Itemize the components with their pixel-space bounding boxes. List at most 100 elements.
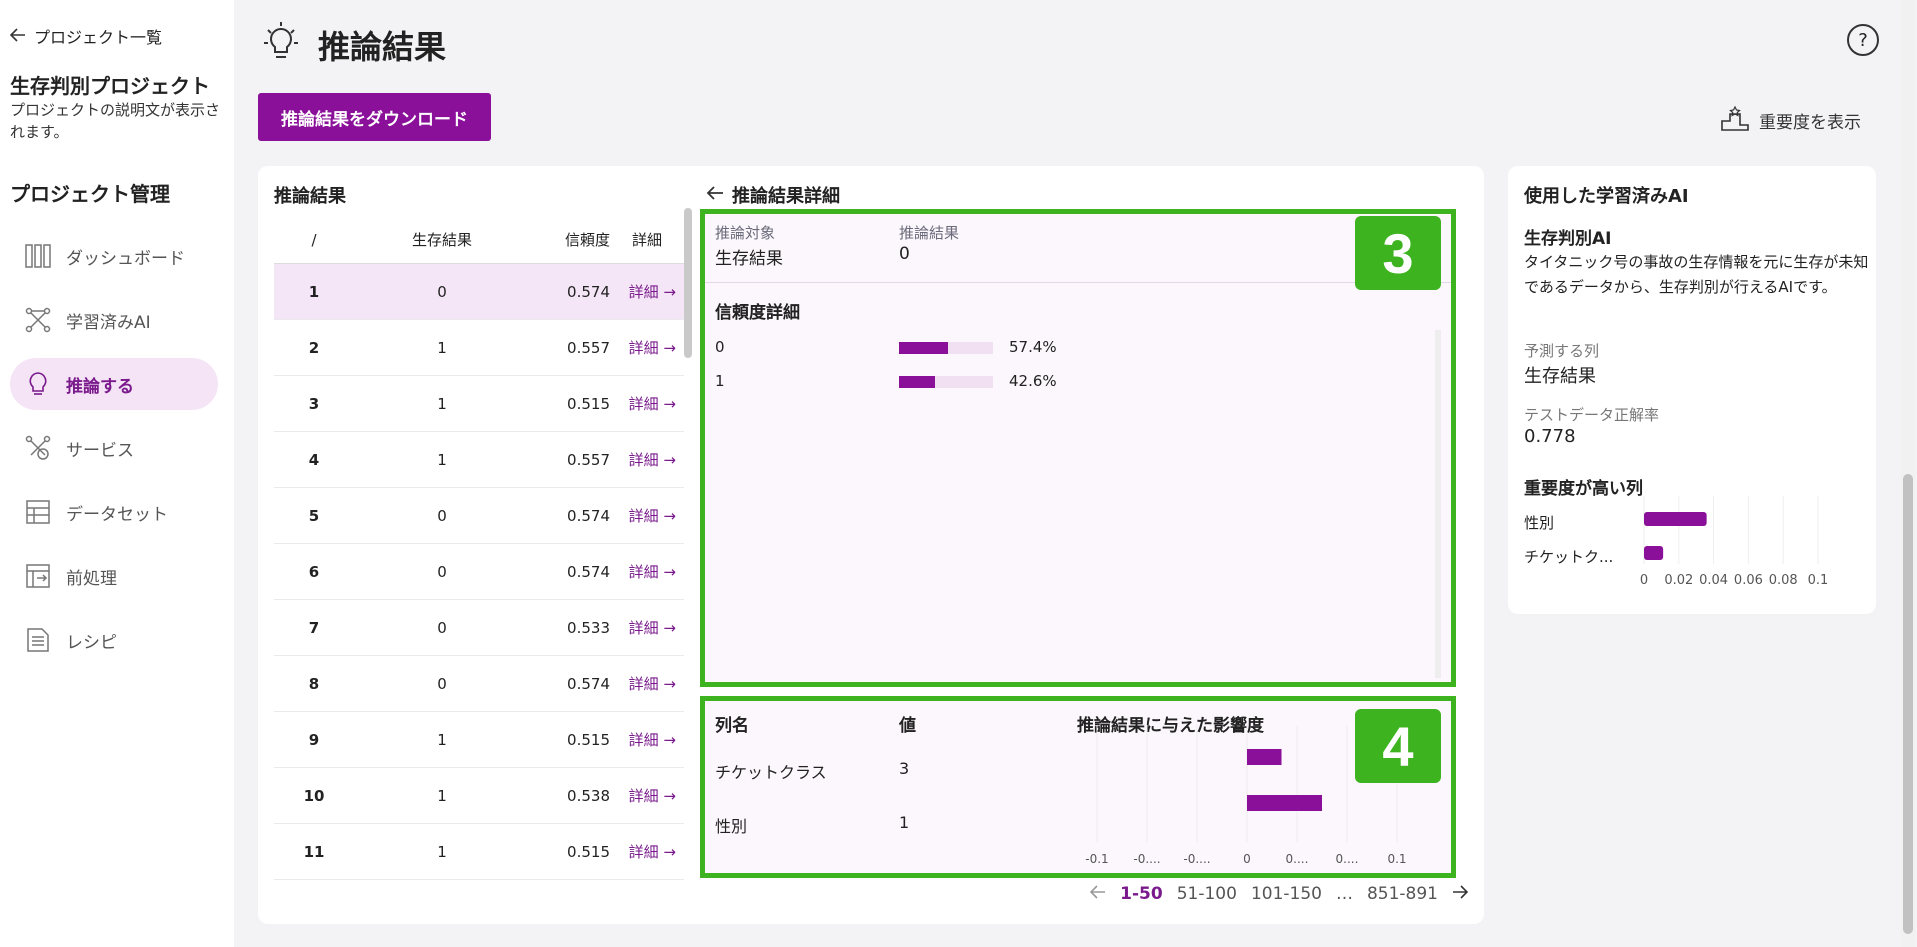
target-value: 生存結果 xyxy=(715,249,783,269)
next-page-icon[interactable] xyxy=(1452,884,1469,904)
trained-ai-panel: 使用した学習済みAI 生存判別AI タイタニック号の事故の生存情報を元に生存が未… xyxy=(1508,166,1876,614)
arrow-right-icon: → xyxy=(663,563,676,581)
confidence-bar xyxy=(899,342,993,354)
page-link[interactable]: 101-150 xyxy=(1251,884,1322,904)
tick-label: 0 xyxy=(1640,573,1648,588)
window-scrollbar-thumb[interactable] xyxy=(1903,474,1913,934)
annotation-badge-4: 4 xyxy=(1355,709,1441,783)
detail-back-link[interactable]: 推論結果詳細 xyxy=(706,182,840,208)
tick-label: 0.08 xyxy=(1769,573,1798,588)
detail-link-label: 詳細 xyxy=(628,451,659,469)
row-confidence: 0.574 xyxy=(567,674,610,693)
results-table: / 生存結果 信頼度 詳細 1 0 0.574 詳細 → 2 1 0.557 詳細 → 3 1 0.… xyxy=(274,216,684,880)
table-row[interactable]: 10 1 0.538 詳細 → xyxy=(274,768,684,824)
page-link[interactable]: 51-100 xyxy=(1177,884,1237,904)
detail-link[interactable]: 詳細 → xyxy=(610,505,684,526)
help-icon[interactable]: ? xyxy=(1847,24,1879,56)
detail-link[interactable]: 詳細 → xyxy=(610,785,684,806)
confidence-label: 0 xyxy=(715,338,725,356)
result-label: 推論結果 xyxy=(899,224,960,242)
ai-description: タイタニック号の事故の生存情報を元に生存が未知であるデータから、生存判別が行える… xyxy=(1524,253,1869,296)
arrow-right-icon: → xyxy=(663,395,676,413)
sidebar-item-label: ダッシュボード xyxy=(66,248,185,269)
detail-link[interactable]: 詳細 → xyxy=(610,393,684,414)
recipe-icon xyxy=(24,626,52,654)
importance-bar xyxy=(1644,546,1664,560)
column-header-confidence[interactable]: 信頼度 xyxy=(530,229,610,250)
feature-impact-section: 列名 値 推論結果に与えた影響度 チケットクラス 3 性別 1 -0.1 -0..… xyxy=(700,696,1456,878)
arrow-right-icon: → xyxy=(663,619,676,637)
list-scrollbar[interactable] xyxy=(684,208,692,358)
row-index: 2 xyxy=(308,338,320,357)
row-result: 0 xyxy=(437,674,447,693)
column-header-index[interactable]: / xyxy=(274,231,354,249)
download-results-button[interactable]: 推論結果をダウンロード xyxy=(258,93,491,141)
table-row[interactable]: 7 0 0.533 詳細 → xyxy=(274,600,684,656)
sidebar-item-preprocess[interactable]: 前処理 xyxy=(10,550,218,602)
sidebar-item-dashboard[interactable]: ダッシュボード xyxy=(10,230,218,282)
sidebar-item-recipe[interactable]: レシピ xyxy=(10,614,218,666)
table-row[interactable]: 1 0 0.574 詳細 → xyxy=(274,264,684,320)
table-row[interactable]: 5 0 0.574 詳細 → xyxy=(274,488,684,544)
sidebar-item-service[interactable]: サービス xyxy=(10,422,218,474)
detail-link[interactable]: 詳細 → xyxy=(610,841,684,862)
predict-column-value: 生存結果 xyxy=(1524,366,1596,387)
inference-detail-section: 推論対象 生存結果 推論結果 0 信頼度詳細 0 57.4% 1 42.6% 3 xyxy=(700,209,1456,687)
arrow-right-icon: → xyxy=(663,675,676,693)
page-link[interactable]: 851-891 xyxy=(1367,884,1438,904)
project-description: プロジェクトの説明文が表示されます。 xyxy=(10,101,221,141)
table-row[interactable]: 4 1 0.557 詳細 → xyxy=(274,432,684,488)
result-value: 0 xyxy=(899,244,910,264)
back-to-projects-link[interactable]: プロジェクト一覧 xyxy=(9,24,162,48)
detail-link[interactable]: 詳細 → xyxy=(610,337,684,358)
sidebar: プロジェクト一覧 生存判別プロジェクト プロジェクトの説明文が表示されます。 プ… xyxy=(0,0,234,947)
detail-link[interactable]: 詳細 → xyxy=(610,281,684,302)
service-icon xyxy=(24,434,52,462)
detail-link[interactable]: 詳細 → xyxy=(610,617,684,638)
tick-label: 0.1 xyxy=(1387,852,1406,866)
table-row[interactable]: 8 0 0.574 詳細 → xyxy=(274,656,684,712)
sidebar-item-label: 学習済みAI xyxy=(66,312,151,333)
detail-link[interactable]: 詳細 → xyxy=(610,729,684,750)
page-link-current[interactable]: 1-50 xyxy=(1120,884,1163,904)
column-header-result[interactable]: 生存結果 xyxy=(354,229,530,250)
row-index: 6 xyxy=(308,562,320,581)
detail-title: 推論結果詳細 xyxy=(732,186,840,207)
detail-link[interactable]: 詳細 → xyxy=(610,673,684,694)
sidebar-item-dataset[interactable]: データセット xyxy=(10,486,218,538)
detail-link[interactable]: 詳細 → xyxy=(610,449,684,470)
section-title: プロジェクト管理 xyxy=(10,182,170,206)
table-row[interactable]: 2 1 0.557 詳細 → xyxy=(274,320,684,376)
table-header: / 生存結果 信頼度 詳細 xyxy=(274,216,684,264)
detail-link-label: 詳細 xyxy=(628,507,659,525)
show-importance-button[interactable]: 重要度を表示 xyxy=(1721,104,1861,137)
detail-link[interactable]: 詳細 → xyxy=(610,561,684,582)
tick-label: 0.1 xyxy=(1808,573,1829,588)
feature-name: チケットクラス xyxy=(715,763,827,782)
table-row[interactable]: 6 0 0.574 詳細 → xyxy=(274,544,684,600)
tick-label: 0.06 xyxy=(1734,573,1763,588)
results-list-title: 推論結果 xyxy=(274,186,346,207)
prev-page-icon[interactable] xyxy=(1090,884,1106,904)
trained-ai-panel-title: 使用した学習済みAI xyxy=(1524,186,1689,207)
table-row[interactable]: 9 1 0.515 詳細 → xyxy=(274,712,684,768)
sidebar-item-trained-ai[interactable]: 学習済みAI xyxy=(10,294,218,346)
sidebar-item-label: レシピ xyxy=(66,632,117,653)
tick-label: -0.... xyxy=(1183,852,1210,866)
row-index: 10 xyxy=(303,786,325,805)
row-result: 1 xyxy=(437,786,447,805)
arrow-right-icon: → xyxy=(663,787,676,805)
table-row[interactable]: 3 1 0.515 詳細 → xyxy=(274,376,684,432)
sidebar-item-inference[interactable]: 推論する xyxy=(10,358,218,410)
row-confidence: 0.574 xyxy=(567,562,610,581)
detail-link-label: 詳細 xyxy=(628,787,659,805)
show-importance-label: 重要度を表示 xyxy=(1759,113,1861,133)
detail-link-label: 詳細 xyxy=(628,731,659,749)
detail-scrollbar[interactable] xyxy=(1435,330,1441,678)
podium-icon xyxy=(1721,104,1749,137)
divider xyxy=(705,282,1451,283)
impact-bar xyxy=(1247,749,1282,765)
table-row[interactable]: 11 1 0.515 詳細 → xyxy=(274,824,684,880)
tick-label: 0.... xyxy=(1336,852,1359,866)
row-confidence: 0.533 xyxy=(567,618,610,637)
